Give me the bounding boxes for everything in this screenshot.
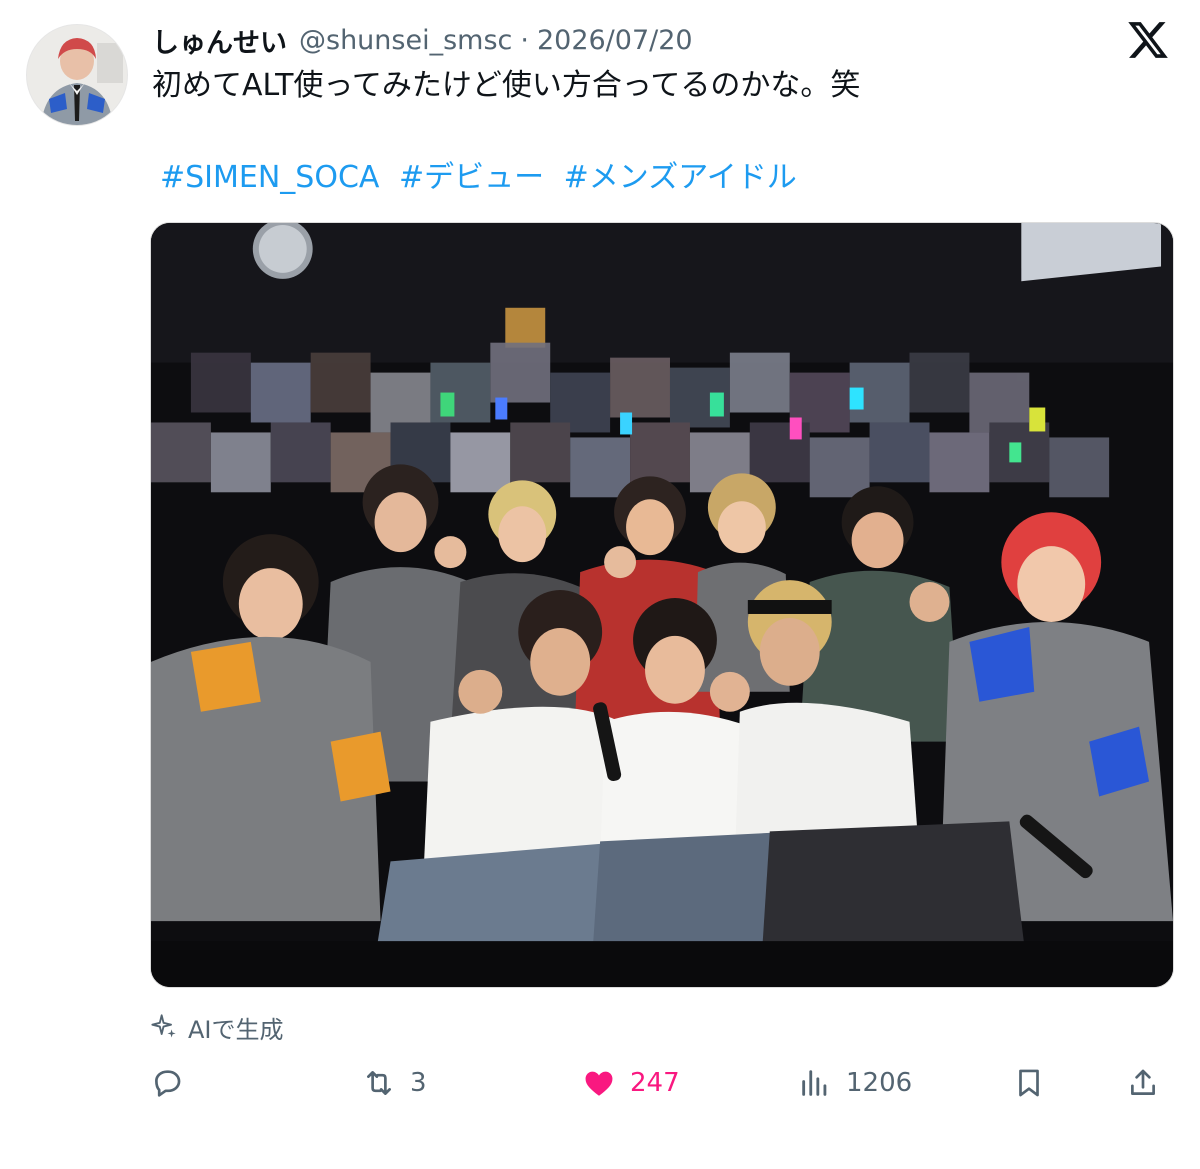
views-button[interactable]: 1206 [798, 1058, 912, 1108]
bookmark-icon [1019, 1069, 1039, 1097]
share-button[interactable] [1126, 1058, 1174, 1108]
heart-icon [585, 1071, 613, 1096]
share-icon [1131, 1069, 1155, 1095]
user-handle[interactable]: @shunsei_smsc [299, 25, 512, 56]
tweet-text: 初めてALT使ってみたけど使い方合ってるのかな。笑 [152, 68, 861, 103]
bookmark-button[interactable] [1012, 1058, 1060, 1108]
sparkle-icon [151, 1014, 176, 1038]
retweet-icon [367, 1071, 391, 1095]
avatar[interactable] [26, 24, 128, 126]
action-bar: 3 247 1206 [150, 1058, 1180, 1108]
view-count: 1206 [846, 1068, 913, 1098]
hashtag-simen-soca[interactable]: #SIMEN_SOCA [160, 160, 379, 195]
tweet-photo[interactable] [150, 222, 1174, 988]
retweet-count: 3 [410, 1068, 427, 1098]
header-separator: · [520, 24, 529, 56]
hashtag-mens-idol[interactable]: #メンズアイドル [564, 160, 797, 195]
tweet-header: しゅんせい @shunsei_smsc · 2026/07/20 [152, 20, 693, 60]
hashtag-list: #SIMEN_SOCA #デビュー #メンズアイドル [160, 158, 807, 198]
x-logo-icon[interactable] [1126, 18, 1170, 62]
hashtag-debut[interactable]: #デビュー [399, 160, 544, 195]
reply-icon [155, 1070, 181, 1097]
like-count: 247 [630, 1068, 680, 1098]
ai-generated-label[interactable]: AIで生成 [150, 1010, 284, 1044]
group-photo-image [151, 223, 1173, 987]
ai-label-text: AIで生成 [188, 1015, 284, 1044]
reply-button[interactable] [150, 1058, 198, 1108]
avatar-image [27, 25, 127, 125]
post-date[interactable]: 2026/07/20 [537, 25, 693, 56]
display-name[interactable]: しゅんせい [152, 21, 287, 60]
like-button[interactable]: 247 [582, 1058, 680, 1108]
retweet-button[interactable]: 3 [362, 1058, 427, 1108]
views-icon [802, 1070, 827, 1096]
